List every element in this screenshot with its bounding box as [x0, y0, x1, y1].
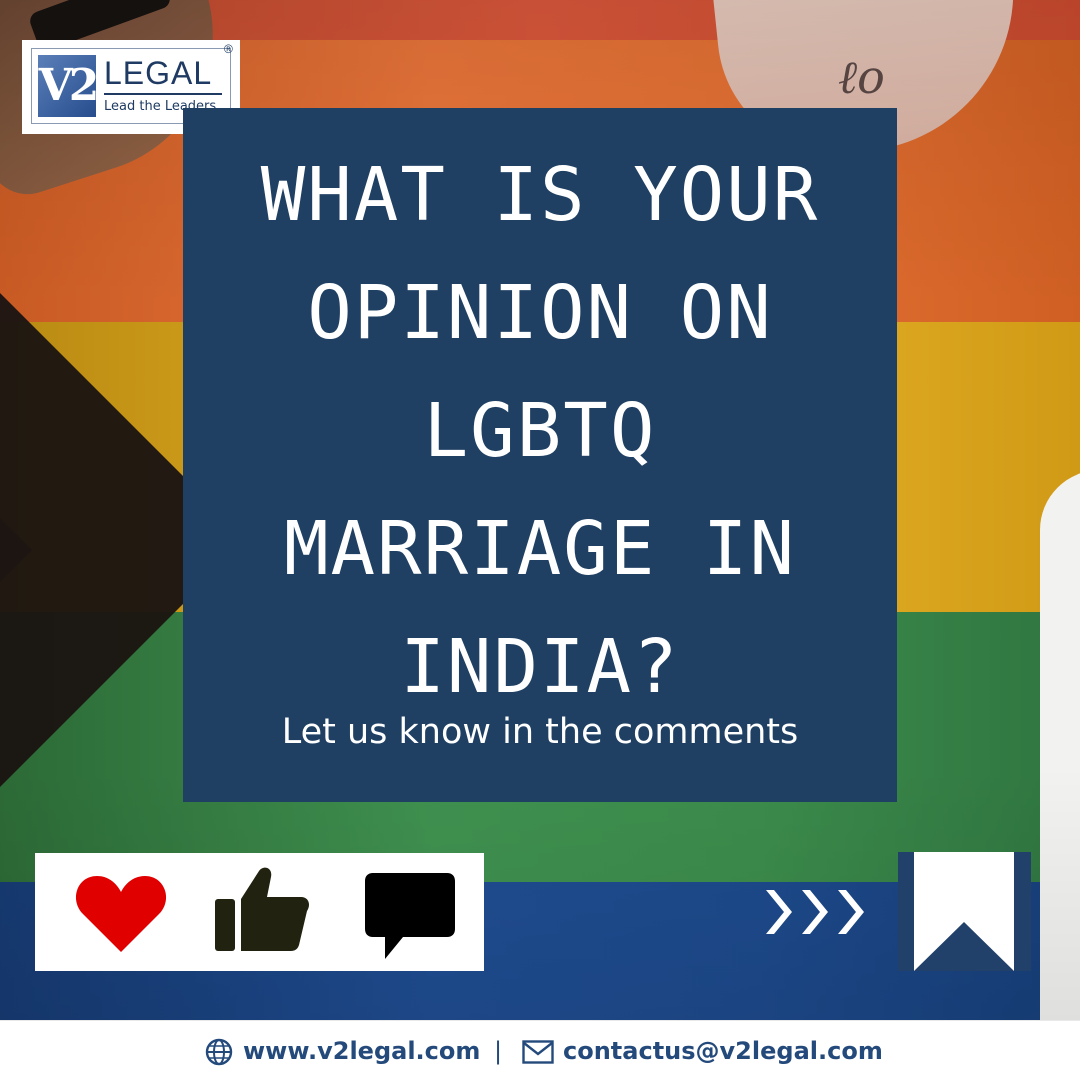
footer-separator: | [494, 1037, 503, 1065]
email-link[interactable]: contactus@v2legal.com [563, 1035, 883, 1067]
logo-divider [104, 93, 222, 95]
chevrons-right-icon[interactable] [760, 880, 880, 944]
headline: WHAT IS YOUR OPINION ON LGBTQ MARRIAGE I… [183, 136, 897, 726]
headline-line: INDIA? [400, 624, 680, 710]
registered-mark: ® [224, 42, 233, 56]
headline-line: MARRIAGE IN [283, 506, 797, 592]
logo-wordmark: LEGAL [104, 55, 213, 91]
bookmark-button[interactable] [898, 852, 1031, 971]
question-card: WHAT IS YOUR OPINION ON LGBTQ MARRIAGE I… [183, 108, 897, 802]
thumbs-up-icon[interactable] [213, 863, 313, 953]
headline-line: OPINION ON [307, 270, 773, 356]
reaction-bar [35, 853, 484, 971]
comment-icon[interactable] [363, 871, 457, 963]
subtext: Let us know in the comments [281, 712, 799, 752]
heart-icon[interactable] [75, 872, 167, 954]
contact-footer: www.v2legal.com | contactus@v2legal.com [0, 1020, 1080, 1081]
website-link[interactable]: www.v2legal.com [243, 1035, 480, 1067]
globe-icon [205, 1038, 233, 1066]
bookmark-icon [914, 852, 1014, 971]
headline-line: LGBTQ [423, 388, 657, 474]
logo-mark: V2 [38, 55, 99, 117]
mail-icon [522, 1040, 554, 1064]
headline-line: WHAT IS YOUR [260, 152, 820, 238]
